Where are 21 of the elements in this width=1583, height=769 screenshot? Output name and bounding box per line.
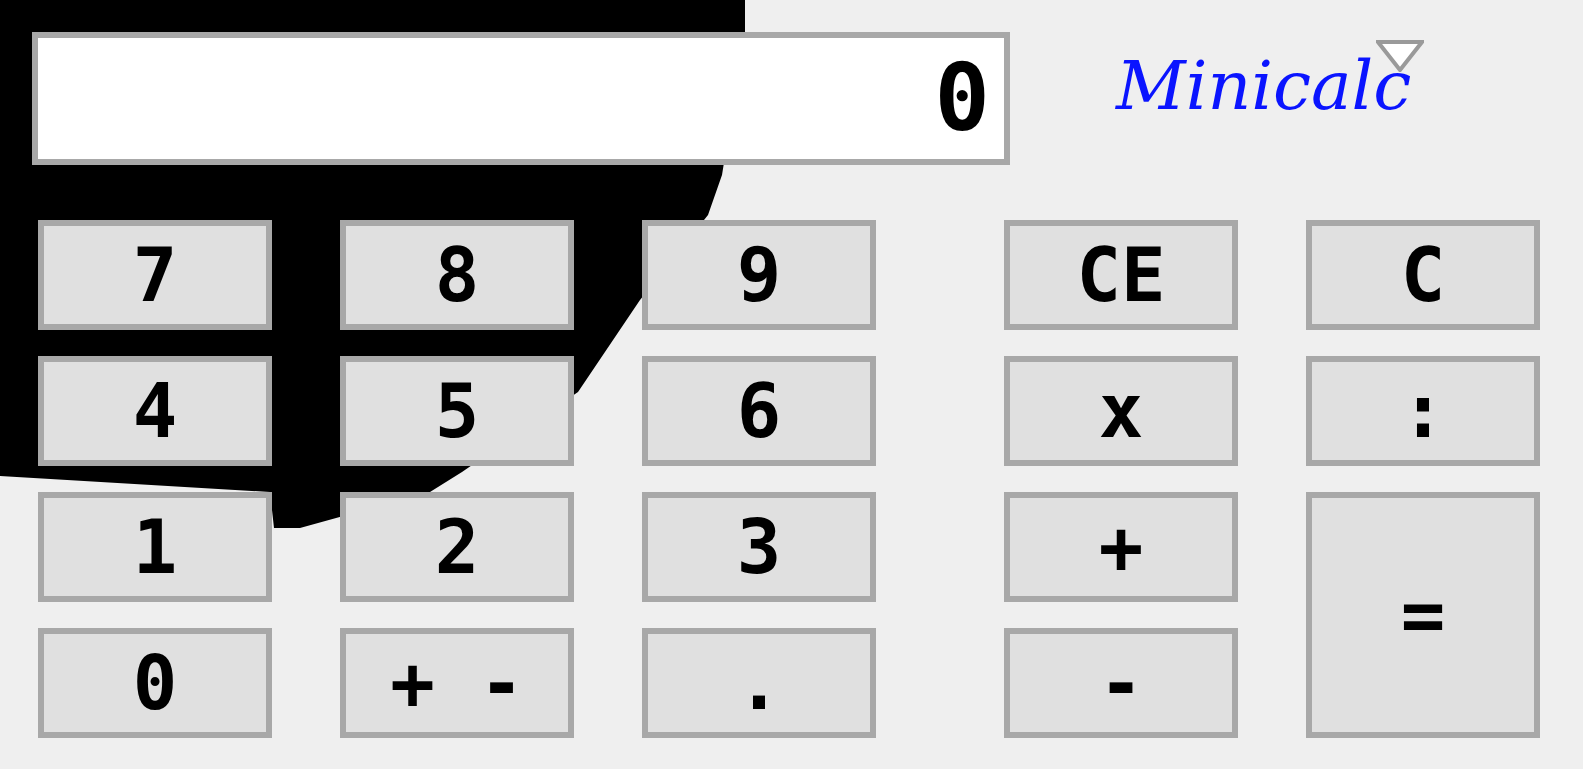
key-button[interactable]: x	[1004, 356, 1238, 466]
key-button[interactable]: 5	[340, 356, 574, 466]
key-button[interactable]: 8	[340, 220, 574, 330]
key-button[interactable]: 0	[38, 628, 272, 738]
key-button[interactable]: +	[1004, 492, 1238, 602]
key-button[interactable]: .	[642, 628, 876, 738]
app-logo: Minicalc	[1116, 52, 1412, 120]
key-button[interactable]: :	[1306, 356, 1540, 466]
key-button[interactable]: 6	[642, 356, 876, 466]
key-button[interactable]: =	[1306, 492, 1540, 738]
key-button[interactable]: 1	[38, 492, 272, 602]
key-button[interactable]: CE	[1004, 220, 1238, 330]
key-button[interactable]: 4	[38, 356, 272, 466]
display-value: 0	[934, 52, 990, 145]
key-button[interactable]: 2	[340, 492, 574, 602]
key-button[interactable]: -	[1004, 628, 1238, 738]
key-button[interactable]: + -	[340, 628, 574, 738]
key-button[interactable]: 9	[642, 220, 876, 330]
key-button[interactable]: 3	[642, 492, 876, 602]
key-button[interactable]: 7	[38, 220, 272, 330]
key-button[interactable]: C	[1306, 220, 1540, 330]
